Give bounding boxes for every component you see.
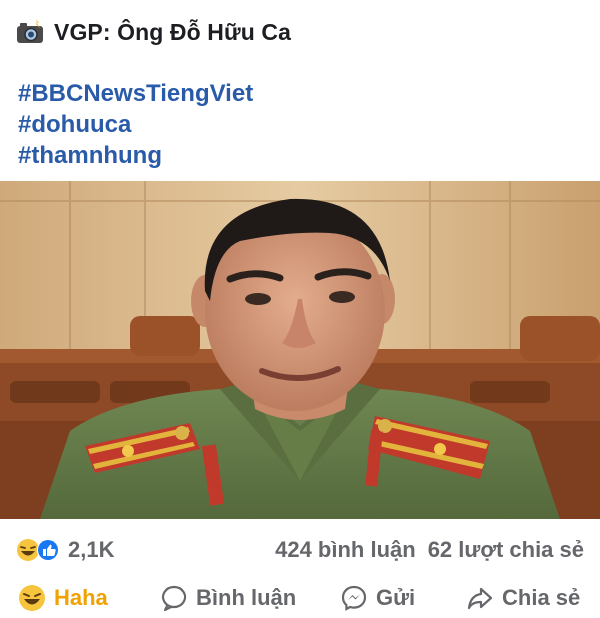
share-label: Chia sẻ <box>502 585 581 610</box>
comment-label: Bình luận <box>196 585 297 610</box>
camera-flash-icon <box>17 19 43 43</box>
reaction-count[interactable]: 2,1K <box>68 537 114 563</box>
share-count[interactable]: 62 lượt chia sẻ <box>428 537 584 563</box>
comment-count[interactable]: 424 bình luận <box>275 537 416 563</box>
haha-reaction-button[interactable]: Haha <box>18 584 108 612</box>
share-button[interactable]: Chia sẻ <box>466 584 580 612</box>
post-photo[interactable] <box>0 181 600 519</box>
post-title-row: VGP: Ông Đỗ Hữu Ca <box>16 16 291 48</box>
post-action-bar: Haha Bình luận Gửi Chia sẻ <box>0 578 600 618</box>
reaction-icons[interactable] <box>16 538 62 562</box>
comment-button[interactable]: Bình luận <box>160 584 296 612</box>
send-button[interactable]: Gửi <box>340 584 415 612</box>
hashtag-list: #BBCNewsTiengViet #dohuuca #thamnhung <box>18 78 253 171</box>
comment-icon <box>161 585 187 612</box>
hashtag-thamnhung[interactable]: #thamnhung <box>18 140 253 171</box>
haha-icon <box>19 585 45 611</box>
send-label: Gửi <box>376 585 416 610</box>
post-title: VGP: Ông Đỗ Hữu Ca <box>54 18 291 45</box>
haha-icon <box>17 539 39 561</box>
haha-label: Haha <box>54 585 108 610</box>
messenger-icon <box>341 585 367 611</box>
reaction-stats-bar: 2,1K 424 bình luận 62 lượt chia sẻ <box>0 530 600 568</box>
share-arrow-icon <box>467 587 493 610</box>
hashtag-dohuuca[interactable]: #dohuuca <box>18 109 253 140</box>
hashtag-bbcnewstiengviet[interactable]: #BBCNewsTiengViet <box>18 78 253 109</box>
like-icon <box>37 539 59 561</box>
